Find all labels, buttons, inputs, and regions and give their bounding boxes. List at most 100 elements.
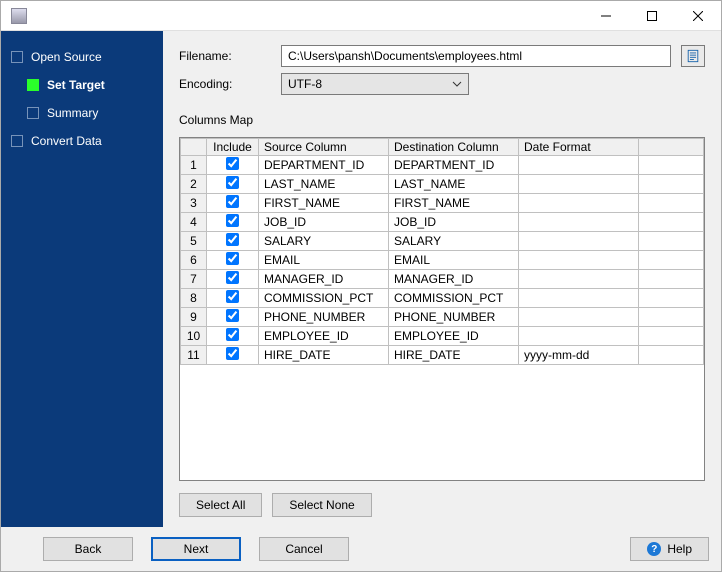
include-checkbox[interactable] <box>226 347 239 360</box>
format-cell[interactable] <box>519 156 639 175</box>
include-cell[interactable] <box>207 232 259 251</box>
source-cell[interactable]: MANAGER_ID <box>259 270 389 289</box>
dest-cell[interactable]: COMMISSION_PCT <box>389 289 519 308</box>
include-checkbox[interactable] <box>226 195 239 208</box>
row-number[interactable]: 10 <box>181 327 207 346</box>
help-label: Help <box>667 542 692 556</box>
maximize-button[interactable] <box>629 1 675 31</box>
dest-cell[interactable]: MANAGER_ID <box>389 270 519 289</box>
source-cell[interactable]: COMMISSION_PCT <box>259 289 389 308</box>
include-cell[interactable] <box>207 251 259 270</box>
browse-button[interactable] <box>681 45 705 67</box>
table-row[interactable]: 5 SALARYSALARY <box>181 232 704 251</box>
source-cell[interactable]: HIRE_DATE <box>259 346 389 365</box>
table-row[interactable]: 10 EMPLOYEE_IDEMPLOYEE_ID <box>181 327 704 346</box>
include-cell[interactable] <box>207 327 259 346</box>
col-header-dest[interactable]: Destination Column <box>389 139 519 156</box>
include-cell[interactable] <box>207 270 259 289</box>
row-number[interactable]: 7 <box>181 270 207 289</box>
include-cell[interactable] <box>207 213 259 232</box>
col-header-source[interactable]: Source Column <box>259 139 389 156</box>
include-cell[interactable] <box>207 156 259 175</box>
include-cell[interactable] <box>207 175 259 194</box>
spacer-cell <box>639 156 704 175</box>
row-number[interactable]: 4 <box>181 213 207 232</box>
source-cell[interactable]: DEPARTMENT_ID <box>259 156 389 175</box>
format-cell[interactable] <box>519 308 639 327</box>
source-cell[interactable]: JOB_ID <box>259 213 389 232</box>
table-row[interactable]: 7 MANAGER_IDMANAGER_ID <box>181 270 704 289</box>
include-checkbox[interactable] <box>226 157 239 170</box>
source-cell[interactable]: SALARY <box>259 232 389 251</box>
row-number[interactable]: 6 <box>181 251 207 270</box>
dest-cell[interactable]: EMAIL <box>389 251 519 270</box>
source-cell[interactable]: FIRST_NAME <box>259 194 389 213</box>
sidebar-item-open-source[interactable]: Open Source <box>1 43 163 71</box>
encoding-select[interactable]: UTF-8 <box>281 73 469 95</box>
format-cell[interactable] <box>519 194 639 213</box>
table-row[interactable]: 8 COMMISSION_PCTCOMMISSION_PCT <box>181 289 704 308</box>
format-cell[interactable] <box>519 327 639 346</box>
dest-cell[interactable]: JOB_ID <box>389 213 519 232</box>
table-row[interactable]: 1 DEPARTMENT_IDDEPARTMENT_ID <box>181 156 704 175</box>
dest-cell[interactable]: SALARY <box>389 232 519 251</box>
source-cell[interactable]: EMPLOYEE_ID <box>259 327 389 346</box>
table-row[interactable]: 11HIRE_DATEHIRE_DATEyyyy-mm-dd <box>181 346 704 365</box>
sidebar-item-set-target[interactable]: Set Target <box>1 71 163 99</box>
minimize-button[interactable] <box>583 1 629 31</box>
include-checkbox[interactable] <box>226 176 239 189</box>
table-row[interactable]: 2 LAST_NAMELAST_NAME <box>181 175 704 194</box>
table-row[interactable]: 6 EMAILEMAIL <box>181 251 704 270</box>
include-cell[interactable] <box>207 346 259 365</box>
dest-cell[interactable]: HIRE_DATE <box>389 346 519 365</box>
col-header-format[interactable]: Date Format <box>519 139 639 156</box>
filename-input[interactable] <box>281 45 671 67</box>
dest-cell[interactable]: PHONE_NUMBER <box>389 308 519 327</box>
include-checkbox[interactable] <box>226 252 239 265</box>
cancel-button[interactable]: Cancel <box>259 537 349 561</box>
format-cell[interactable] <box>519 213 639 232</box>
row-number[interactable]: 3 <box>181 194 207 213</box>
source-cell[interactable]: LAST_NAME <box>259 175 389 194</box>
row-number[interactable]: 11 <box>181 346 207 365</box>
select-none-button[interactable]: Select None <box>272 493 371 517</box>
include-checkbox[interactable] <box>226 309 239 322</box>
dest-cell[interactable]: EMPLOYEE_ID <box>389 327 519 346</box>
close-button[interactable] <box>675 1 721 31</box>
include-checkbox[interactable] <box>226 271 239 284</box>
main-panel: Filename: Encoding: UTF-8 <box>163 31 721 527</box>
row-number[interactable]: 1 <box>181 156 207 175</box>
include-checkbox[interactable] <box>226 214 239 227</box>
include-checkbox[interactable] <box>226 233 239 246</box>
sidebar-item-summary[interactable]: Summary <box>1 99 163 127</box>
help-button[interactable]: ? Help <box>630 537 709 561</box>
format-cell[interactable] <box>519 289 639 308</box>
table-row[interactable]: 9 PHONE_NUMBERPHONE_NUMBER <box>181 308 704 327</box>
format-cell[interactable] <box>519 251 639 270</box>
format-cell[interactable] <box>519 232 639 251</box>
format-cell[interactable]: yyyy-mm-dd <box>519 346 639 365</box>
table-row[interactable]: 4 JOB_IDJOB_ID <box>181 213 704 232</box>
col-header-include[interactable]: Include <box>207 139 259 156</box>
format-cell[interactable] <box>519 270 639 289</box>
include-checkbox[interactable] <box>226 328 239 341</box>
include-cell[interactable] <box>207 194 259 213</box>
row-number[interactable]: 2 <box>181 175 207 194</box>
row-number[interactable]: 9 <box>181 308 207 327</box>
dest-cell[interactable]: DEPARTMENT_ID <box>389 156 519 175</box>
dest-cell[interactable]: LAST_NAME <box>389 175 519 194</box>
source-cell[interactable]: PHONE_NUMBER <box>259 308 389 327</box>
source-cell[interactable]: EMAIL <box>259 251 389 270</box>
row-number[interactable]: 5 <box>181 232 207 251</box>
dest-cell[interactable]: FIRST_NAME <box>389 194 519 213</box>
sidebar-item-convert-data[interactable]: Convert Data <box>1 127 163 155</box>
next-button[interactable]: Next <box>151 537 241 561</box>
format-cell[interactable] <box>519 175 639 194</box>
include-cell[interactable] <box>207 289 259 308</box>
include-checkbox[interactable] <box>226 290 239 303</box>
back-button[interactable]: Back <box>43 537 133 561</box>
row-number[interactable]: 8 <box>181 289 207 308</box>
select-all-button[interactable]: Select All <box>179 493 262 517</box>
table-row[interactable]: 3 FIRST_NAMEFIRST_NAME <box>181 194 704 213</box>
include-cell[interactable] <box>207 308 259 327</box>
